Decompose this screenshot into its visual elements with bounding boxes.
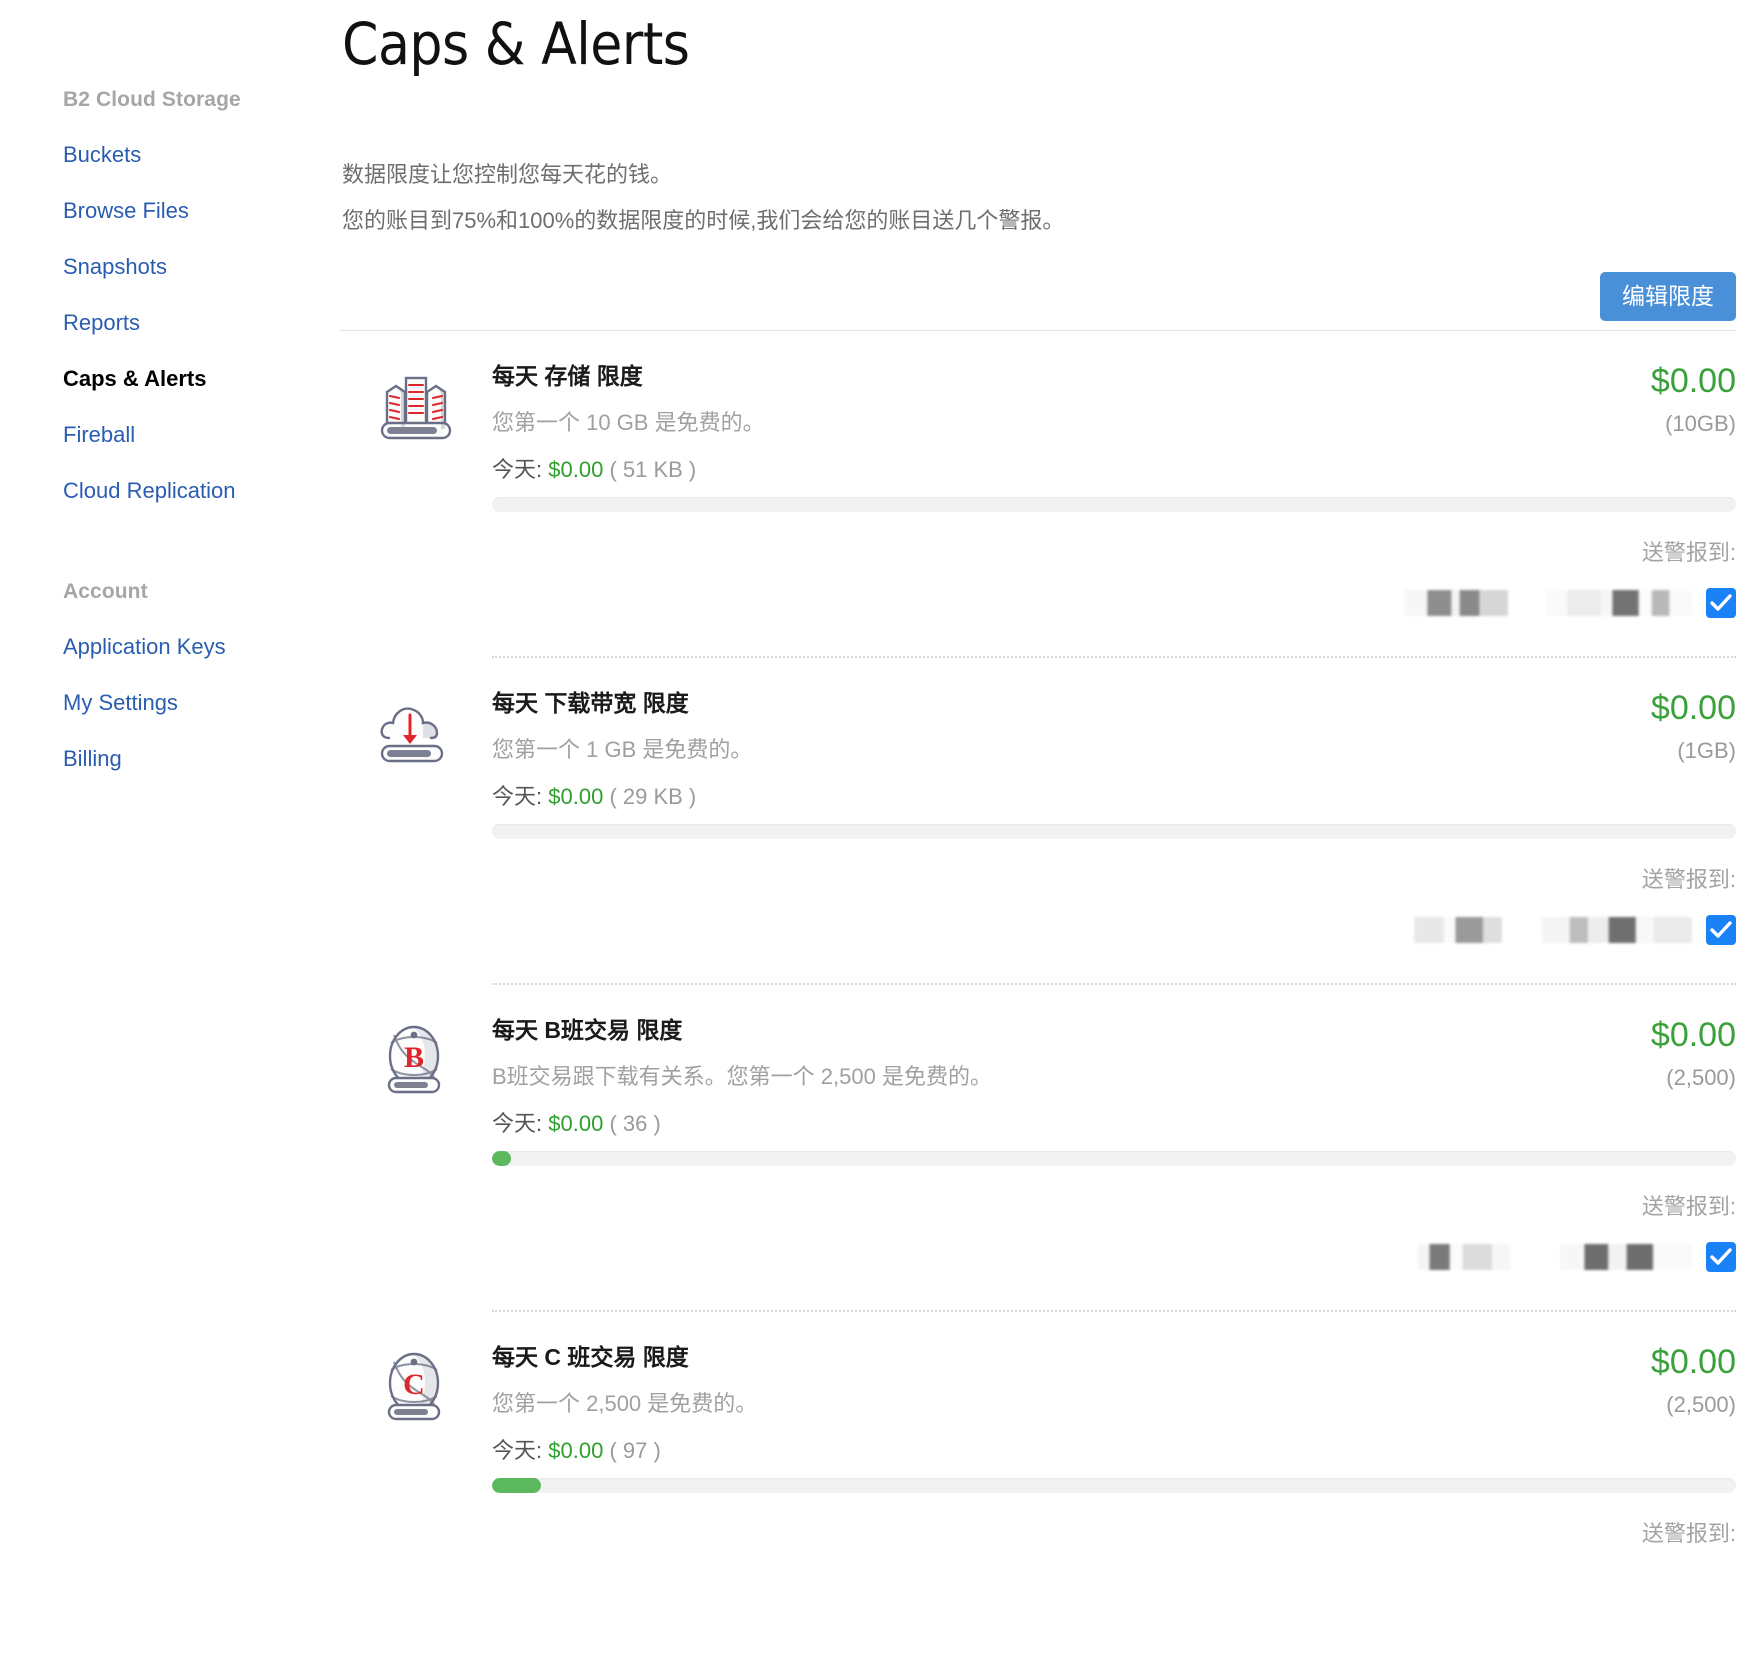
alert-recipient-row [492,915,1736,945]
redacted-email-domain [1560,1244,1692,1270]
svg-text:B: B [404,1041,424,1074]
intro-line-1: 数据限度让您控制您每天花的钱。 [342,162,673,187]
today-amount: $0.00 [548,457,604,482]
today-label: 今天: [492,457,543,482]
cap-description: 您第一个 2,500 是免费的。 [492,1391,758,1416]
sidebar-item-application-keys[interactable]: Application Keys [0,632,330,662]
sidebar-item-snapshots[interactable]: Snapshots [0,252,330,282]
sidebar-item-reports[interactable]: Reports [0,308,330,338]
cap-progress-bar[interactable] [492,1151,1736,1166]
today-quantity: ( 29 KB ) [609,784,697,809]
cap-progress-fill [492,1478,541,1493]
cap-title: 每天 下载带宽 限度 [492,690,689,716]
cap-row-class-c-transactions: C $0.00 (2,500) 每天 C 班交易 限度 您第一个 2,500 是… [340,1312,1736,1549]
alert-recipient-row [492,588,1736,618]
cap-title: 每天 存储 限度 [492,363,643,389]
cap-description: 您第一个 10 GB 是免费的。 [492,410,765,435]
alert-enabled-checkbox[interactable] [1706,1242,1736,1272]
redacted-email-domain [1542,917,1692,943]
cap-description: B班交易跟下载有关系。您第一个 2,500 是免费的。 [492,1064,992,1089]
intro-line-2: 您的账目到75%和100%的数据限度的时候,我们会给您的账目送几个警报。 [342,208,1065,233]
cap-today-usage: 今天: $0.00 ( 97 ) [492,1436,1736,1466]
cap-progress-bar[interactable] [492,497,1736,512]
redacted-email-domain [1546,590,1692,616]
edit-caps-button[interactable]: 编辑限度 [1600,272,1736,321]
sidebar-item-caps-and-alerts[interactable]: Caps & Alerts [0,364,330,394]
today-amount: $0.00 [548,1111,604,1136]
cap-today-usage: 今天: $0.00 ( 36 ) [492,1109,1736,1139]
class-b-transactions-icon: B [340,1015,492,1105]
cap-title: 每天 C 班交易 限度 [492,1344,689,1370]
alert-recipient-row [492,1242,1736,1272]
main-content: Caps & Alerts 数据限度让您控制您每天花的钱。 您的账目到75%和1… [340,0,1736,1549]
today-amount: $0.00 [548,784,604,809]
cap-today-usage: 今天: $0.00 ( 51 KB ) [492,455,1736,485]
storage-buildings-icon [340,361,492,451]
today-label: 今天: [492,1438,543,1463]
cap-today-usage: 今天: $0.00 ( 29 KB ) [492,782,1736,812]
caps-and-alerts-page: B2 Cloud Storage Buckets Browse Files Sn… [0,0,1754,1672]
sidebar-item-billing[interactable]: Billing [0,744,330,774]
intro-text: 数据限度让您控制您每天花的钱。 您的账目到75%和100%的数据限度的时候,我们… [342,152,1736,244]
today-label: 今天: [492,784,543,809]
sidebar-item-buckets[interactable]: Buckets [0,140,330,170]
today-quantity: ( 51 KB ) [609,457,697,482]
cap-progress-bar[interactable] [492,1478,1736,1493]
sidebar-group-title-b2: B2 Cloud Storage [63,88,241,111]
cap-progress-fill [492,1151,511,1166]
redacted-email-local [1418,1244,1510,1270]
today-quantity: ( 97 ) [609,1438,661,1463]
redacted-email-local [1404,590,1508,616]
sidebar-group-title-account: Account [63,580,148,603]
alert-enabled-checkbox[interactable] [1706,915,1736,945]
cap-row-storage: $0.00 (10GB) 每天 存储 限度 您第一个 10 GB 是免费的。 今… [340,331,1736,658]
class-c-transactions-icon: C [340,1342,492,1432]
today-label: 今天: [492,1111,543,1136]
alert-to-label: 送警报到: [1641,1521,1736,1546]
sidebar-item-cloud-replication[interactable]: Cloud Replication [0,476,330,506]
cap-title: 每天 B班交易 限度 [492,1017,683,1043]
sidebar-item-browse-files[interactable]: Browse Files [0,196,330,226]
alert-to-label: 送警报到: [1641,540,1736,565]
cap-description: 您第一个 1 GB 是免费的。 [492,737,753,762]
today-amount: $0.00 [548,1438,604,1463]
cap-row-download-bandwidth: $0.00 (1GB) 每天 下载带宽 限度 您第一个 1 GB 是免费的。 今… [340,658,1736,985]
redacted-email-local [1404,917,1502,943]
today-quantity: ( 36 ) [609,1111,661,1136]
cloud-download-icon [340,688,492,778]
alert-to-label: 送警报到: [1641,867,1736,892]
alert-enabled-checkbox[interactable] [1706,588,1736,618]
sidebar-item-fireball[interactable]: Fireball [0,420,330,450]
alert-to-label: 送警报到: [1641,1194,1736,1219]
sidebar-item-my-settings[interactable]: My Settings [0,688,330,718]
page-title: Caps & Alerts [342,10,690,78]
cap-row-class-b-transactions: B $0.00 (2,500) 每天 B班交易 限度 B班交易跟下载有关系。您第… [340,985,1736,1312]
edit-caps-toolbar: 编辑限度 [340,258,1736,330]
sidebar: B2 Cloud Storage Buckets Browse Files Sn… [0,0,330,800]
cap-progress-bar[interactable] [492,824,1736,839]
svg-text:C: C [403,1368,425,1401]
